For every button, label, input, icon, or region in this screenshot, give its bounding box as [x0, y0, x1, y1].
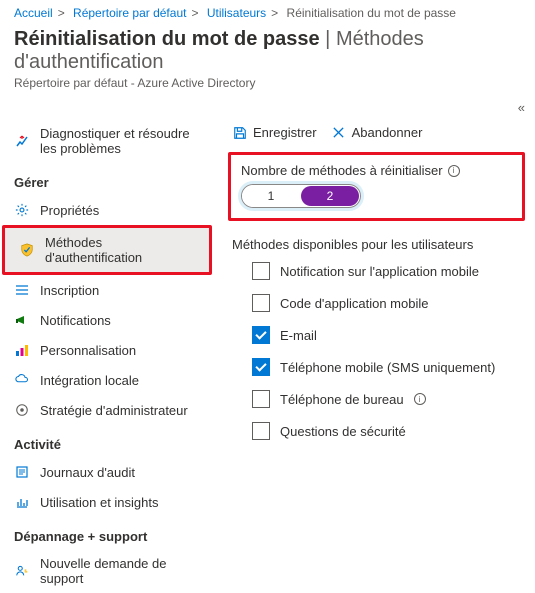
breadcrumb-sep: > [191, 6, 198, 20]
method-label: Notification sur l'application mobile [280, 264, 479, 279]
support-icon [14, 563, 30, 579]
breadcrumb-current: Réinitialisation du mot de passe [287, 6, 456, 20]
method-row: Téléphone mobile (SMS uniquement) [252, 358, 525, 376]
sidebar-item-label: Journaux d'audit [40, 465, 135, 480]
breadcrumb-sep: > [58, 6, 65, 20]
reset-count-label: Nombre de méthodes à réinitialiser i [241, 163, 512, 178]
sidebar-item-registration[interactable]: Inscription [0, 275, 218, 305]
gear-icon [14, 202, 30, 218]
sidebar-item-diagnose[interactable]: Diagnostiquer et résoudre les problèmes [0, 119, 218, 163]
method-checkbox[interactable] [252, 326, 270, 344]
sidebar-item-auth-methods[interactable]: Méthodes d'authentification [5, 228, 209, 272]
page-subtitle: Répertoire par défaut - Azure Active Dir… [0, 76, 535, 100]
collapse-sidebar-button[interactable]: « [0, 100, 535, 119]
sidebar-item-properties[interactable]: Propriétés [0, 195, 218, 225]
main-panel: Enregistrer Abandonner Nombre de méthode… [218, 119, 535, 593]
sidebar-group-activity: Activité [0, 425, 218, 457]
sidebar-item-audit-logs[interactable]: Journaux d'audit [0, 457, 218, 487]
method-row: Téléphone de bureau i [252, 390, 525, 408]
method-label: Code d'application mobile [280, 296, 428, 311]
sidebar-item-label: Utilisation et insights [40, 495, 159, 510]
sidebar-item-label: Diagnostiquer et résoudre les problèmes [40, 126, 208, 156]
diagnose-icon [14, 133, 30, 149]
method-checkbox[interactable] [252, 422, 270, 440]
sidebar-item-label: Notifications [40, 313, 111, 328]
sidebar: Diagnostiquer et résoudre les problèmes … [0, 119, 218, 593]
breadcrumb-link[interactable]: Répertoire par défaut [73, 6, 186, 20]
info-icon[interactable]: i [448, 165, 460, 177]
sidebar-item-label: Propriétés [40, 203, 99, 218]
info-icon[interactable]: i [414, 393, 426, 405]
sidebar-item-label: Méthodes d'authentification [45, 235, 199, 265]
cloud-sync-icon [14, 372, 30, 388]
breadcrumb-sep: > [271, 6, 278, 20]
method-checkbox[interactable] [252, 390, 270, 408]
method-row: E-mail [252, 326, 525, 344]
list-icon [14, 282, 30, 298]
discard-label: Abandonner [352, 125, 423, 140]
method-checkbox[interactable] [252, 262, 270, 280]
sidebar-item-label: Stratégie d'administrateur [40, 403, 188, 418]
method-row: Notification sur l'application mobile [252, 262, 525, 280]
method-label: Téléphone mobile (SMS uniquement) [280, 360, 495, 375]
sidebar-item-support-request[interactable]: Nouvelle demande de support [0, 549, 218, 593]
reset-count-opt-2[interactable]: 2 [301, 186, 359, 206]
toolbar: Enregistrer Abandonner [228, 119, 525, 152]
sidebar-item-label: Nouvelle demande de support [40, 556, 208, 586]
methods-list: Notification sur l'application mobile Cod… [228, 262, 525, 440]
megaphone-icon [14, 312, 30, 328]
reset-count-section: Nombre de méthodes à réinitialiser i 1 2 [228, 152, 525, 221]
sidebar-item-label: Inscription [40, 283, 99, 298]
save-label: Enregistrer [253, 125, 317, 140]
method-row: Questions de sécurité [252, 422, 525, 440]
reset-count-opt-1[interactable]: 1 [242, 185, 300, 207]
sidebar-group-support: Dépannage + support [0, 517, 218, 549]
bars-icon [14, 342, 30, 358]
sidebar-item-customization[interactable]: Personnalisation [0, 335, 218, 365]
method-label: E-mail [280, 328, 317, 343]
policy-icon [14, 402, 30, 418]
sidebar-item-admin-policy[interactable]: Stratégie d'administrateur [0, 395, 218, 425]
insights-icon [14, 494, 30, 510]
save-icon [232, 125, 247, 140]
breadcrumb: Accueil > Répertoire par défaut > Utilisat… [0, 0, 535, 24]
page-title-row: Réinitialisation du mot de passe | Métho… [0, 24, 535, 76]
sidebar-item-onprem[interactable]: Intégration locale [0, 365, 218, 395]
reset-count-toggle[interactable]: 1 2 [241, 184, 361, 208]
method-label: Téléphone de bureau [280, 392, 404, 407]
method-row: Code d'application mobile [252, 294, 525, 312]
log-icon [14, 464, 30, 480]
breadcrumb-link[interactable]: Utilisateurs [207, 6, 266, 20]
save-button[interactable]: Enregistrer [232, 125, 317, 140]
breadcrumb-link[interactable]: Accueil [14, 6, 53, 20]
page-title-sep: | [320, 28, 336, 50]
method-label: Questions de sécurité [280, 424, 406, 439]
discard-button[interactable]: Abandonner [331, 125, 423, 140]
shield-icon [19, 242, 35, 258]
close-icon [331, 125, 346, 140]
page-title: Réinitialisation du mot de passe [14, 28, 320, 50]
method-checkbox[interactable] [252, 294, 270, 312]
reset-count-label-text: Nombre de méthodes à réinitialiser [241, 163, 443, 178]
method-checkbox[interactable] [252, 358, 270, 376]
sidebar-item-usage[interactable]: Utilisation et insights [0, 487, 218, 517]
sidebar-group-manage: Gérer [0, 163, 218, 195]
sidebar-item-notifications[interactable]: Notifications [0, 305, 218, 335]
methods-heading: Méthodes disponibles pour les utilisateu… [232, 237, 525, 252]
sidebar-item-label: Intégration locale [40, 373, 139, 388]
sidebar-item-label: Personnalisation [40, 343, 136, 358]
